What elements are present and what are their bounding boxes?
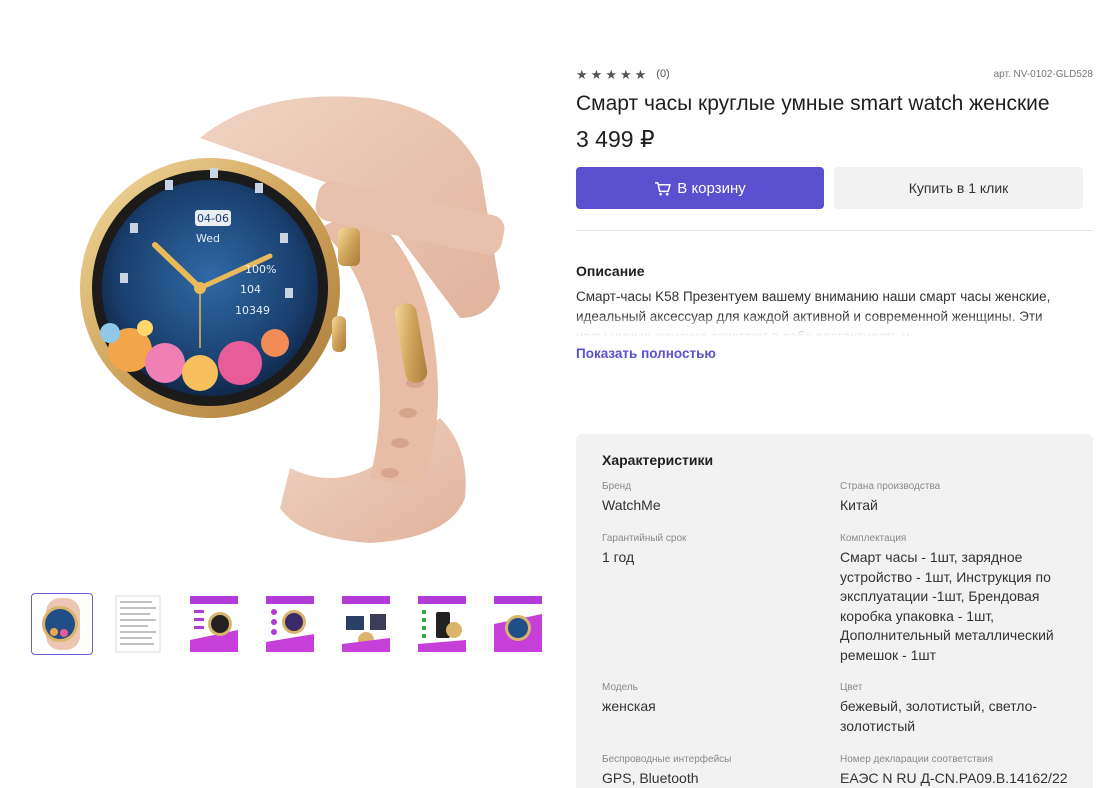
thumbnail-instructions-image	[115, 595, 161, 653]
spec-label: Бренд	[602, 481, 632, 492]
thumbnail-promo-image	[418, 596, 466, 652]
star-icon: ★	[634, 66, 647, 82]
spec-item: Комплектация Смарт часы - 1шт, зарядное …	[840, 532, 1080, 673]
spec-label: Страна производства	[840, 481, 941, 492]
star-icon: ★	[590, 66, 603, 82]
spec-value: Китай	[840, 497, 878, 513]
spec-value: Смарт часы - 1шт, зарядное устройство - …	[840, 549, 1054, 663]
spec-item: Гарантийный срок 1 год	[602, 532, 840, 673]
description-block: Смарт-часы K58 Презентуем вашему внимани…	[576, 287, 1076, 337]
thumbnail-promo-image	[266, 596, 314, 652]
spec-label: Цвет	[840, 682, 863, 693]
divider	[576, 230, 1093, 231]
thumbnail-4[interactable]	[259, 593, 321, 655]
product-info: ★ ★ ★ ★ ★ (0) арт. NV-0102-GLD528 Смарт …	[576, 60, 1093, 363]
thumbnail-promo-image	[342, 596, 390, 652]
spec-item: Модель женская	[602, 681, 840, 745]
spec-label: Номер декларации соответствия	[840, 754, 994, 765]
spec-item: Бренд WatchMe	[602, 480, 840, 524]
spec-label: Беспроводные интерфейсы	[602, 754, 732, 765]
rating[interactable]: ★ ★ ★ ★ ★ (0)	[576, 68, 670, 81]
spec-value: WatchMe	[602, 497, 661, 513]
rating-row: ★ ★ ★ ★ ★ (0) арт. NV-0102-GLD528	[576, 60, 1093, 88]
thumbnail-strip	[31, 593, 549, 655]
spec-value: GPS, Bluetooth	[602, 770, 699, 786]
star-icon: ★	[576, 66, 588, 82]
thumbnail-promo-image	[190, 596, 238, 652]
smartwatch-image: 04-06 Wed 100% 104 10349	[80, 96, 505, 543]
spec-label: Комплектация	[840, 533, 907, 544]
thumbnail-2[interactable]	[107, 593, 169, 655]
spec-value: 1 год	[602, 549, 635, 565]
show-more-link[interactable]: Показать полностью	[576, 346, 716, 361]
characteristics-card: Характеристики Бренд WatchMe Гарантийный…	[576, 434, 1093, 788]
spec-item: Беспроводные интерфейсы GPS, Bluetooth	[602, 753, 840, 788]
star-icon: ★	[619, 66, 632, 82]
thumbnail-promo-image	[494, 596, 542, 652]
thumbnail-watch-image	[42, 598, 80, 650]
spec-label: Гарантийный срок	[602, 533, 687, 544]
thumbnail-7[interactable]	[487, 593, 549, 655]
purchase-buttons: В корзину Купить в 1 клик	[576, 167, 1093, 209]
thumbnail-6[interactable]	[411, 593, 473, 655]
product-sku: арт. NV-0102-GLD528	[993, 68, 1093, 80]
thumbnail-5[interactable]	[335, 593, 397, 655]
spec-label: Модель	[602, 682, 638, 693]
product-price: 3 499 ₽	[576, 126, 655, 152]
watch-date: 04-06	[197, 212, 229, 225]
spec-value: бежевый, золотистый, светло-золотистый	[840, 698, 1038, 734]
add-to-cart-label: В корзину	[677, 179, 746, 197]
thumbnail-1[interactable]	[31, 593, 93, 655]
rating-count: (0)	[656, 68, 670, 80]
add-to-cart-button[interactable]: В корзину	[576, 167, 824, 209]
spec-column-right: Страна производства Китай Комплектация С…	[840, 480, 1080, 788]
spec-item: Страна производства Китай	[840, 480, 1080, 524]
spec-value: ЕАЭС N RU Д-CN.PA09.B.14162/22	[840, 770, 1068, 786]
watch-steps: 10349	[235, 304, 270, 317]
product-title: Смарт часы круглые умные smart watch жен…	[576, 92, 1050, 115]
buy-one-click-button[interactable]: Купить в 1 клик	[834, 167, 1083, 209]
thumbnail-3[interactable]	[183, 593, 245, 655]
description-title: Описание	[576, 263, 645, 279]
watch-heart-rate: 104	[240, 283, 261, 296]
watch-battery: 100%	[245, 263, 276, 276]
main-product-image[interactable]: 04-06 Wed 100% 104 10349	[70, 88, 510, 558]
star-icon: ★	[605, 66, 617, 82]
spec-value: женская	[602, 698, 656, 714]
spec-item: Номер декларации соответствия ЕАЭС N RU …	[840, 753, 1080, 788]
watch-day: Wed	[196, 232, 220, 245]
characteristics-title: Характеристики	[602, 452, 714, 468]
description-fade	[576, 317, 1076, 337]
cart-icon	[655, 181, 672, 195]
spec-column-left: Бренд WatchMe Гарантийный срок 1 год Мод…	[602, 480, 840, 788]
spec-item: Цвет бежевый, золотистый, светло-золотис…	[840, 681, 1080, 745]
characteristics-grid: Бренд WatchMe Гарантийный срок 1 год Мод…	[602, 480, 1068, 788]
